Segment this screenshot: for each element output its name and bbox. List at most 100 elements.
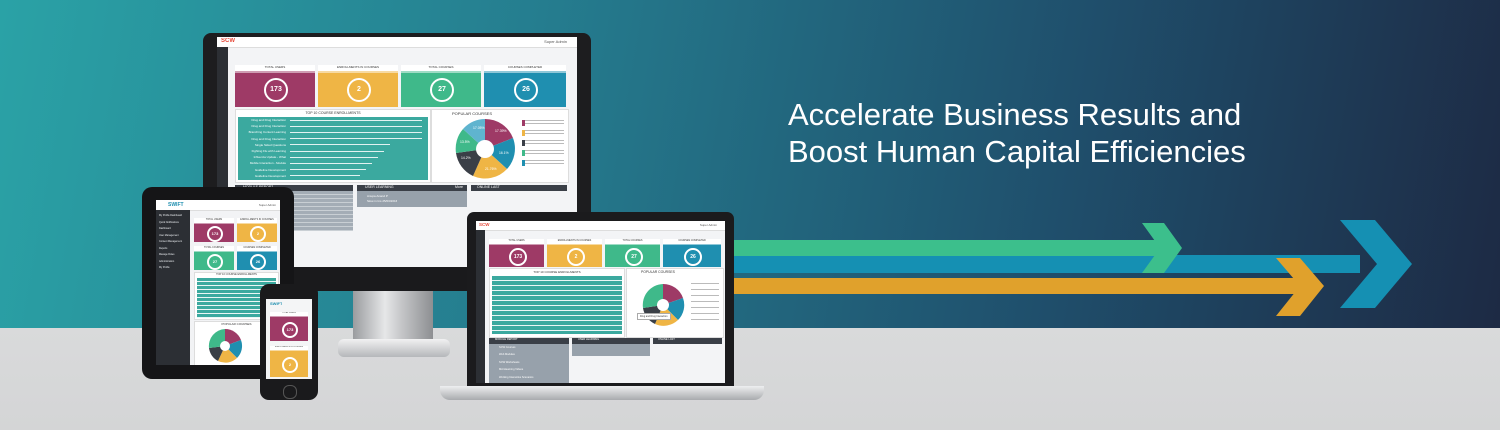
- tile-value: 2: [282, 357, 298, 373]
- monitor-online-header[interactable]: ONLINE LAST: [471, 185, 567, 191]
- tile-value: 26: [250, 254, 266, 270]
- arrows-graphic: [730, 220, 1412, 316]
- course-row: Branching Content Learning: [238, 129, 428, 135]
- course-row-bar: [290, 131, 422, 134]
- pie-legend: [691, 283, 719, 323]
- tile-label: TOTAL COURSES: [605, 239, 660, 244]
- course-row: Influenza Update - What: [238, 154, 428, 160]
- monitor-tile-users[interactable]: TOTAL USERS 173: [235, 65, 315, 107]
- tablet-menu-item[interactable]: User Management: [159, 234, 189, 237]
- user-entry[interactable]: Anupa Anand P: [367, 194, 388, 198]
- tile-label: TOTAL USERS: [270, 312, 308, 316]
- phone-home-button[interactable]: [283, 385, 297, 399]
- course-row-label: Drug and Drug Interaction: [251, 124, 286, 129]
- tile-label: TOTAL USERS: [489, 239, 544, 244]
- tile-value: 27: [207, 254, 223, 270]
- course-row-label: Guideline Development: [254, 167, 286, 172]
- tablet-tile-users[interactable]: TOTAL USERS 173: [194, 218, 234, 242]
- enrollments-title: TOP 10 COURSE ENROLLMENTS: [533, 270, 581, 274]
- laptop-tile-completed[interactable]: COURSES COMPLETED 26: [663, 239, 721, 267]
- phone-device: SWIFT TOTAL USERS 173 ENROLLMENTS IN COU…: [260, 284, 318, 400]
- panel-title: ONLINE LAST: [477, 185, 500, 189]
- course-row-label: Mobile Interaction - Module: [249, 161, 286, 166]
- headline-line-1: Accelerate Business Results and: [788, 97, 1242, 132]
- tablet-menu-item[interactable]: Reports: [159, 247, 189, 250]
- course-row-label: Fighting Flu with Learning: [251, 149, 286, 153]
- course-row-label: Drug and Drug Interaction: [251, 136, 286, 141]
- monitor-tile-courses[interactable]: TOTAL COURSES 27: [401, 65, 481, 107]
- panel-title: USER LEARNING: [365, 185, 394, 189]
- course-row-label: Drug and Drug Interaction: [251, 118, 286, 122]
- tablet-menu-item[interactable]: Content Management: [159, 240, 189, 243]
- tile-label: ENROLLMENTS IN COURSES: [547, 239, 602, 244]
- course-row-bar: [290, 138, 422, 140]
- arrow-orange-shaft: [730, 278, 1300, 294]
- tablet-menu-item[interactable]: My Profile Dashboard: [159, 214, 189, 217]
- tile-value: 173: [207, 226, 223, 242]
- course-row-bar: [290, 162, 372, 165]
- laptop-screen: SCW Super Admin TOTAL USERS 173 ENROLLME…: [476, 221, 725, 383]
- tile-value: 173: [509, 248, 527, 266]
- tile-label: ENROLLMENTS IN COURSES: [237, 218, 277, 223]
- enrollments-bars: [492, 276, 622, 334]
- module-row[interactable]: SCW Courses: [499, 346, 567, 349]
- panel-title: ONLINE LAST: [658, 338, 675, 341]
- pie-label: 21.76%: [485, 167, 497, 171]
- laptop-base: [440, 386, 764, 400]
- tile-label: COURSES COMPLETED: [663, 239, 721, 244]
- tablet-menu-item[interactable]: Manage Roles: [159, 253, 189, 256]
- laptop-tile-users[interactable]: TOTAL USERS 173: [489, 239, 544, 267]
- module-row[interactable]: Microlearning Videos: [499, 368, 567, 371]
- tile-value: 27: [625, 248, 643, 266]
- course-row-label: Single Sided Questions: [254, 142, 286, 147]
- tablet-tile-enrollments[interactable]: ENROLLMENTS IN COURSES 2: [237, 218, 277, 242]
- pie-hole: [476, 140, 494, 158]
- tile-label: TOTAL COURSES: [401, 65, 481, 71]
- phone-logo: SWIFT: [270, 301, 283, 306]
- monitor-tile-enrollments[interactable]: ENROLLMENTS IN COURSES 2: [318, 65, 398, 107]
- module-row[interactable]: Working Interactive Scenarios: [499, 376, 567, 379]
- course-row: Single Sided Questions: [238, 142, 428, 148]
- tile-label: TOTAL USERS: [194, 218, 234, 223]
- tile-value: 173: [264, 78, 288, 102]
- phone-screen: SWIFT TOTAL USERS 173 ENROLLMENTS IN COU…: [266, 299, 312, 379]
- module-row[interactable]: Web Modules: [499, 353, 567, 356]
- phone-tile-enrollments[interactable]: ENROLLMENTS IN COURSES 2: [270, 346, 308, 377]
- tablet-menu-item[interactable]: Administration: [159, 260, 189, 263]
- laptop-tile-courses[interactable]: TOTAL COURSES 27: [605, 239, 660, 267]
- arrow-blue-shaft: [730, 255, 1360, 273]
- arrow-green-shaft: [730, 240, 1170, 256]
- tile-value: 26: [514, 78, 538, 102]
- pie-label: 13.5%: [460, 140, 470, 144]
- tablet-tile-completed[interactable]: COURSES COMPLETED 26: [237, 246, 277, 270]
- tablet-menu-item[interactable]: Quick Notifications: [159, 221, 189, 224]
- tablet-user-name[interactable]: Super Admin: [259, 203, 276, 207]
- tablet-menu-item[interactable]: Dashboard: [159, 227, 189, 230]
- course-row: Mobile Interaction - Module: [238, 160, 428, 166]
- course-row: Drug and Drug Interaction: [238, 136, 428, 142]
- enrollments-title: TOP 10 COURSE ENROLLMENTS: [216, 273, 257, 276]
- tile-value: 173: [282, 322, 298, 338]
- pie-label: 14.2%: [461, 156, 471, 160]
- pie-label: 17.05%: [473, 126, 485, 130]
- pie-label: 17.39%: [495, 129, 507, 133]
- module-row[interactable]: SCW Worksheets: [499, 361, 567, 364]
- laptop-logo: SCW: [479, 222, 490, 227]
- phone-tile-users[interactable]: TOTAL USERS 173: [270, 312, 308, 341]
- tablet-menu-item[interactable]: My Profile: [159, 266, 189, 269]
- tile-value: 2: [347, 78, 371, 102]
- tablet-tile-courses[interactable]: TOTAL COURSES 27: [194, 246, 234, 270]
- monitor-user-name[interactable]: Super Admin: [544, 39, 567, 44]
- panel-title: USER LEARNING: [578, 338, 600, 341]
- tile-value: 2: [567, 248, 585, 266]
- laptop-online-header[interactable]: ONLINE LAST: [653, 338, 722, 344]
- course-row: Drug and Drug Interaction: [238, 117, 428, 123]
- laptop-user-name[interactable]: Super Admin: [700, 223, 717, 227]
- user-entry[interactable]: Slow in Ins 25/03/2016: [367, 199, 397, 203]
- panel-more-link[interactable]: More: [455, 185, 463, 189]
- laptop-tile-enrollments[interactable]: ENROLLMENTS IN COURSES 2: [547, 239, 602, 267]
- popular-pie-chart: 17.39% 16.1% 21.76% 14.2% 13.5% 17.05%: [455, 118, 515, 179]
- course-row-label: Branching Content Learning: [248, 130, 286, 135]
- course-row-bar: [290, 119, 422, 121]
- monitor-tile-completed[interactable]: COURSES COMPLETED 26: [484, 65, 566, 107]
